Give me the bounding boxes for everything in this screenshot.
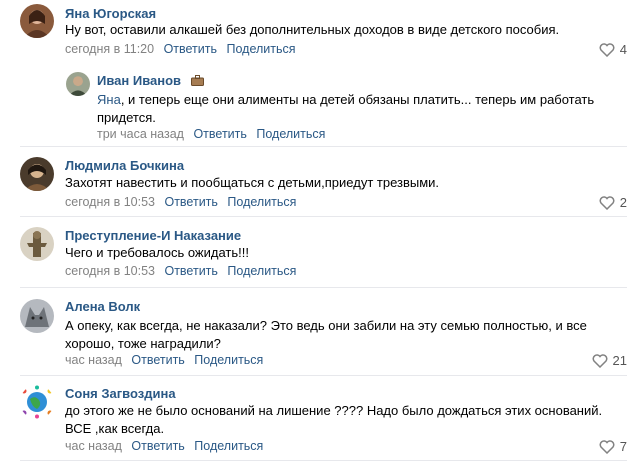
comment-meta: сегодня в 10:53 Ответить Поделиться: [65, 264, 296, 278]
comment-text-line: хорошо, тоже наградили?: [65, 336, 221, 351]
comment-time[interactable]: час назад: [65, 353, 122, 367]
heart-icon: [599, 195, 615, 210]
user-avatar-icon: [20, 299, 54, 333]
comment-time[interactable]: сегодня в 10:53: [65, 195, 155, 209]
reply-link[interactable]: Ответить: [193, 127, 246, 141]
comment-author[interactable]: Соня Загвоздина: [65, 386, 176, 401]
comment-text-line: Чего и требовалось ожидать!!!: [65, 245, 249, 260]
user-avatar-icon: [20, 385, 54, 419]
comment-author[interactable]: Преступление-И Наказание: [65, 228, 241, 243]
comment-time[interactable]: сегодня в 10:53: [65, 264, 155, 278]
comment: Преступление-И Наказание Чего и требовал…: [0, 217, 637, 287]
share-link[interactable]: Поделиться: [256, 127, 325, 141]
share-link[interactable]: Поделиться: [194, 439, 263, 453]
comment-text: Ну вот, оставили алкашей без дополнитель…: [65, 21, 625, 39]
like-button[interactable]: 21: [592, 353, 627, 368]
comment-text-line: Ну вот, оставили алкашей без дополнитель…: [65, 22, 560, 37]
comment-time[interactable]: сегодня в 11:20: [65, 42, 154, 56]
comment-author[interactable]: Людмила Бочкина: [65, 158, 184, 173]
comment: Людмила Бочкина Захотят навестить и пооб…: [0, 147, 637, 217]
briefcase-icon: [190, 75, 204, 86]
comment: Алена Волк А опеку, как всегда, не наказ…: [0, 288, 637, 376]
comment: Яна Югорская Ну вот, оставили алкашей бе…: [0, 0, 637, 62]
author-name: Иван Иванов: [97, 73, 182, 88]
comment-text-line: придется.: [97, 110, 156, 125]
avatar[interactable]: [20, 385, 54, 419]
comment-text-line: Яна, и теперь еще они алименты на детей …: [97, 91, 617, 109]
heart-icon: [599, 439, 615, 454]
avatar[interactable]: [66, 72, 90, 96]
comment-author[interactable]: Яна Югорская: [65, 6, 156, 21]
comment-text-line: А опеку, как всегда, не наказали? Это ве…: [65, 318, 587, 333]
like-button[interactable]: 2: [599, 195, 627, 210]
avatar[interactable]: [20, 299, 54, 333]
like-count: 4: [619, 42, 627, 57]
comment: Соня Загвоздина до этого же не было осно…: [0, 376, 637, 463]
like-count: 2: [619, 195, 627, 210]
comment-text: А опеку, как всегда, не наказали? Это ве…: [65, 317, 625, 353]
heart-icon: [592, 353, 607, 368]
comment-meta: три часа назад Ответить Поделиться: [97, 127, 325, 141]
comment-author[interactable]: Алена Волк: [65, 299, 140, 314]
user-avatar-icon: [20, 157, 54, 191]
like-count: 21: [612, 353, 627, 368]
mention-link[interactable]: Яна: [97, 92, 121, 107]
comment-text: Захотят навестить и пообщаться с детьми,…: [65, 174, 625, 192]
user-avatar-icon: [20, 4, 54, 38]
comment-text-line: Захотят навестить и пообщаться с детьми,…: [65, 175, 440, 190]
share-link[interactable]: Поделиться: [226, 42, 295, 56]
reply-link[interactable]: Ответить: [164, 42, 217, 56]
comment-text-line: до этого же не было оснований на лишение…: [65, 403, 603, 418]
comment-time[interactable]: три часа назад: [97, 127, 184, 141]
comment-text-line: ВСЕ ,как всегда.: [65, 421, 165, 436]
reply-link[interactable]: Ответить: [131, 439, 184, 453]
share-link[interactable]: Поделиться: [227, 264, 296, 278]
comment-text: Чего и требовалось ожидать!!!: [65, 244, 625, 262]
divider: [20, 460, 627, 461]
comment-text-part: , и теперь еще они алименты на детей обя…: [120, 92, 595, 107]
comment-meta: час назад Ответить Поделиться: [65, 353, 263, 367]
comment-meta: час назад Ответить Поделиться: [65, 439, 263, 453]
comment-meta: сегодня в 10:53 Ответить Поделиться: [65, 195, 296, 209]
share-link[interactable]: Поделиться: [194, 353, 263, 367]
comment-text: Яна, и теперь еще они алименты на детей …: [97, 91, 617, 127]
comment-reply: Иван Иванов Яна, и теперь еще они алимен…: [0, 62, 637, 147]
heart-icon: [599, 42, 615, 57]
reply-link[interactable]: Ответить: [164, 195, 217, 209]
comment-text: до этого же не было оснований на лишение…: [65, 402, 625, 438]
user-avatar-icon: [66, 72, 90, 96]
comment-meta: сегодня в 11:20 Ответить Поделиться: [65, 42, 296, 56]
reply-link[interactable]: Ответить: [131, 353, 184, 367]
reply-link[interactable]: Ответить: [164, 264, 217, 278]
comment-author[interactable]: Иван Иванов: [97, 73, 204, 88]
like-button[interactable]: 7: [599, 439, 627, 454]
like-count: 7: [619, 439, 627, 454]
user-avatar-icon: [20, 227, 54, 261]
avatar[interactable]: [20, 4, 54, 38]
comment-time[interactable]: час назад: [65, 439, 122, 453]
share-link[interactable]: Поделиться: [227, 195, 296, 209]
avatar[interactable]: [20, 227, 54, 261]
like-button[interactable]: 4: [599, 42, 627, 57]
avatar[interactable]: [20, 157, 54, 191]
